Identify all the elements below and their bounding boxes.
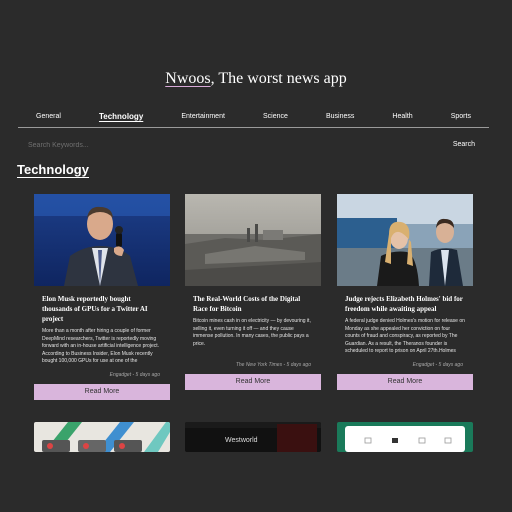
nav-item-sports[interactable]: Sports (451, 113, 471, 125)
article-description: A federal judge denied Holmes's motion f… (345, 318, 465, 356)
article-source: Engadget - 5 days ago (109, 372, 160, 378)
search-button[interactable]: Search (453, 139, 475, 151)
article-source: Engadget - 5 days ago (412, 362, 463, 368)
article-title[interactable]: Elon Musk reportedly bought thousands of… (42, 294, 162, 324)
article-source: The New York Times - 5 days ago (235, 362, 311, 368)
search-input[interactable] (28, 139, 328, 151)
article-image[interactable] (185, 194, 321, 286)
nav-item-science[interactable]: Science (263, 113, 288, 125)
article-image-caption: Westworld (225, 437, 258, 444)
article-description: More than a month after hiring a couple … (42, 328, 160, 366)
app-title: Nwoos, The worst news app (0, 70, 512, 88)
news-card: Judge rejects Elizabeth Holmes' bid for … (337, 194, 473, 390)
article-image[interactable] (337, 194, 473, 286)
article-title[interactable]: Judge rejects Elizabeth Holmes' bid for … (345, 294, 465, 314)
read-more-button[interactable]: Read More (185, 374, 321, 390)
article-title[interactable]: The Real-World Costs of the Digital Race… (193, 294, 313, 314)
read-more-button[interactable]: Read More (337, 374, 473, 390)
nav-item-technology[interactable]: Technology (99, 112, 143, 126)
category-nav: General Technology Entertainment Science… (18, 110, 489, 128)
nav-item-health[interactable]: Health (392, 113, 412, 125)
app-tagline: , The worst news app (210, 70, 347, 87)
news-card: Elon Musk reportedly bought thousands of… (34, 194, 170, 400)
news-card: The Real-World Costs of the Digital Race… (185, 194, 321, 390)
brand-name[interactable]: Nwoos (165, 70, 210, 87)
article-image[interactable]: Westworld (185, 422, 321, 452)
nav-item-business[interactable]: Business (326, 113, 354, 125)
nav-item-general[interactable]: General (36, 113, 61, 125)
nav-item-entertainment[interactable]: Entertainment (181, 113, 225, 125)
article-image[interactable] (337, 422, 473, 452)
section-title: Technology (17, 162, 89, 177)
search-bar: Search (28, 139, 478, 151)
app-toolbar-icon (364, 437, 452, 444)
article-image[interactable] (34, 422, 170, 452)
article-image[interactable] (34, 194, 170, 286)
article-description: Bitcoin mines cash in on electricity — b… (193, 318, 311, 347)
read-more-button[interactable]: Read More (34, 384, 170, 400)
